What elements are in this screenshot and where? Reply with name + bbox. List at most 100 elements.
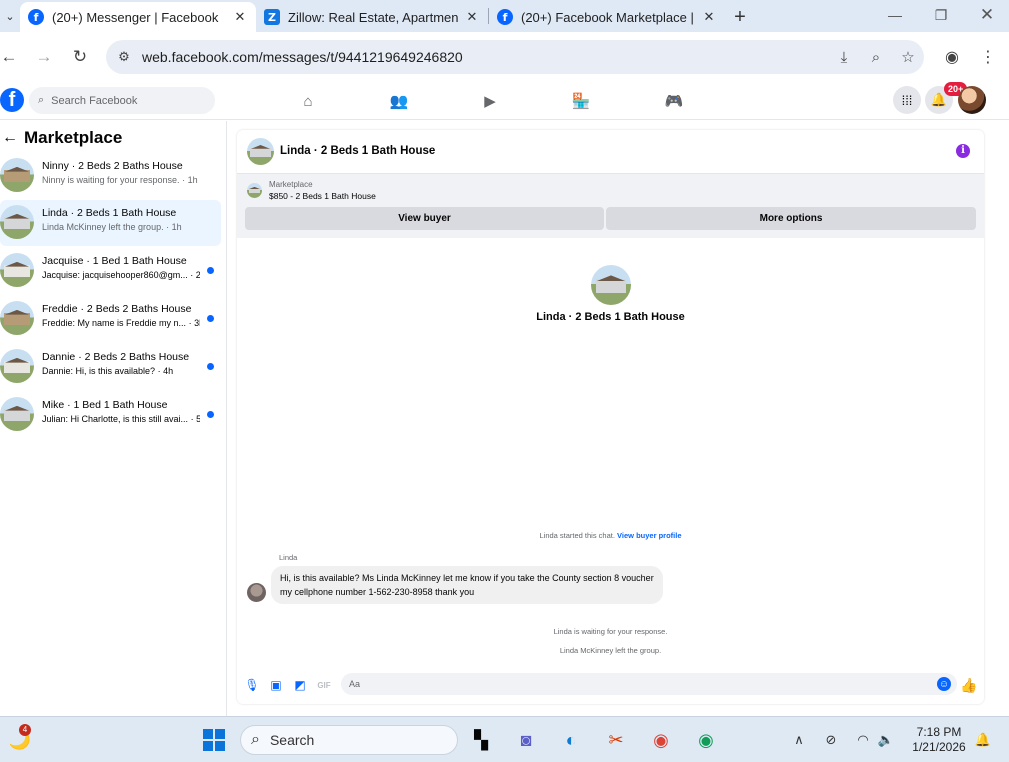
close-tab-icon[interactable]: ✕ [464, 9, 480, 25]
back-icon[interactable]: ← [0, 40, 26, 74]
chrome-profile-a-icon[interactable]: ◉ [646, 725, 676, 755]
conversation-ninny[interactable]: Ninny · 2 Beds 2 Baths House Ninny is wa… [0, 153, 221, 199]
close-window-icon[interactable]: ✕ [964, 0, 1009, 30]
teams-chat-icon[interactable]: ◙ [511, 725, 541, 755]
tab-title: (20+) Messenger | Facebook [52, 9, 219, 25]
taskbar-search-label: Search [269, 732, 315, 748]
widgets-badge: 4 [19, 724, 31, 736]
close-tab-icon[interactable]: ✕ [232, 9, 248, 25]
conversation-name: Freddie · 2 Beds 2 Baths House [42, 303, 192, 315]
friends-icon[interactable]: 👥 [384, 86, 414, 116]
zillow-icon: Z [264, 9, 280, 25]
clock-time: 7:18 PM [916, 725, 962, 739]
waiting-status: Linda is waiting for your response. [553, 627, 668, 636]
tab-search-chevron-icon[interactable]: ⌄ [0, 0, 20, 32]
browser-tab-strip: ⌄ f (20+) Messenger | Facebook ✕ Z Zillo… [0, 0, 1009, 32]
address-bar[interactable]: ⚙ web.facebook.com/messages/t/9441219649… [106, 40, 924, 74]
site-info-icon[interactable]: ⚙ [106, 49, 142, 65]
no-network-icon[interactable]: ⊘ [821, 730, 841, 750]
sticker-icon[interactable]: ◩ [293, 678, 307, 692]
unread-dot [207, 411, 214, 418]
home-icon[interactable]: ⌂ [293, 86, 323, 116]
unread-dot [207, 363, 214, 370]
install-app-icon[interactable]: ⤓ [828, 49, 860, 66]
sidebar-title: Marketplace [24, 128, 123, 147]
marketplace-icon[interactable]: 🏪 [566, 86, 596, 116]
video-icon[interactable]: ▶ [475, 86, 505, 116]
facebook-search-input[interactable]: ⌕ Search Facebook [29, 87, 215, 114]
sidebar-header: ← Marketplace [0, 121, 226, 155]
restore-icon[interactable]: ❐ [918, 0, 964, 30]
info-icon[interactable]: i [956, 144, 970, 158]
account-avatar[interactable] [958, 86, 986, 114]
facebook-icon: f [28, 9, 44, 25]
chat-title[interactable]: Linda · 2 Beds 1 Bath House [280, 145, 435, 157]
composer-placeholder: Aa [349, 679, 361, 689]
conversation-jacquise[interactable]: Jacquise · 1 Bed 1 Bath House Jacquise: … [0, 248, 221, 294]
bookmark-star-icon[interactable]: ☆ [892, 48, 924, 66]
photo-icon[interactable]: ▣ [269, 678, 283, 692]
start-windows-icon[interactable] [199, 725, 229, 755]
tab-title: (20+) Facebook Marketplace | F [521, 9, 695, 25]
conversation-name: Dannie · 2 Beds 2 Baths House [42, 351, 190, 363]
emoji-icon[interactable]: ☺ [937, 677, 951, 691]
view-buyer-button[interactable]: View buyer [245, 207, 604, 230]
taskbar-search-input[interactable]: ⌕ Search [240, 725, 458, 755]
gaming-icon[interactable]: 🎮 [659, 86, 689, 116]
conversation-name: Linda · 2 Beds 1 Bath House [42, 207, 177, 219]
listing-thumbnail [0, 301, 34, 335]
conversation-preview: Ninny is waiting for your response. · 1h [42, 175, 198, 185]
new-tab-icon[interactable]: + [725, 2, 755, 32]
conversation-name: Mike · 1 Bed 1 Bath House [42, 399, 168, 411]
left-group-status: Linda McKinney left the group. [559, 646, 662, 655]
back-arrow-icon[interactable]: ← [2, 129, 20, 147]
windows-taskbar: 🌙 4 ⌕ Search ▚ ◙ ◐ ✂ ◉ ◉ ∧ ⊘ ◠ 🔈 7:18 PM… [0, 716, 1009, 762]
task-view-icon[interactable]: ▚ [466, 725, 496, 755]
conversation-dannie[interactable]: Dannie · 2 Beds 2 Baths House Dannie: Hi… [0, 344, 221, 390]
tab-title: Zillow: Real Estate, Apartments, [288, 9, 458, 25]
more-options-button[interactable]: More options [606, 207, 976, 230]
chat-listing-thumbnail[interactable] [247, 138, 274, 165]
conversation-linda[interactable]: Linda · 2 Beds 1 Bath House Linda McKinn… [0, 200, 221, 246]
listing-price-title[interactable]: $850 - 2 Beds 1 Bath House [269, 191, 376, 201]
volume-icon[interactable]: 🔈 [876, 730, 896, 750]
notification-bell-icon[interactable]: 🔔 [973, 730, 993, 750]
close-tab-icon[interactable]: ✕ [701, 9, 717, 25]
thumbs-up-icon[interactable]: 👍 [960, 677, 977, 693]
microphone-icon[interactable]: 🎙 [244, 678, 259, 692]
snipping-tool-icon[interactable]: ✂ [601, 725, 631, 755]
tab-zillow[interactable]: Z Zillow: Real Estate, Apartments, ✕ [256, 2, 488, 32]
conversation-freddie[interactable]: Freddie · 2 Beds 2 Baths House Freddie: … [0, 296, 221, 342]
zoom-icon[interactable]: ⌕ [860, 49, 892, 66]
conversation-mike[interactable]: Mike · 1 Bed 1 Bath House Julian: Hi Cha… [0, 392, 221, 438]
facebook-logo-icon[interactable]: f [0, 88, 24, 112]
sender-avatar[interactable] [247, 583, 266, 602]
tab-marketplace[interactable]: f (20+) Facebook Marketplace | F ✕ [489, 2, 725, 32]
listing-mini-thumbnail [247, 183, 262, 198]
reload-icon[interactable]: ↻ [63, 40, 97, 74]
taskbar-clock[interactable]: 7:18 PM 1/21/2026 [905, 725, 973, 755]
conversation-preview: Jacquise: jacquisehooper860@gm... · 2h [42, 270, 200, 280]
show-hidden-icons-chevron-icon[interactable]: ∧ [789, 730, 809, 750]
menu-kebab-icon[interactable]: ⋮ [974, 40, 1002, 74]
forward-icon[interactable]: → [27, 40, 61, 74]
message-input[interactable]: Aa ☺ [341, 673, 957, 695]
tab-messenger[interactable]: f (20+) Messenger | Facebook ✕ [20, 2, 256, 32]
message-sender-name: Linda [279, 553, 298, 562]
listing-thumbnail [0, 397, 34, 431]
menu-grid-icon[interactable]: ⁞⁞⁞ [893, 86, 921, 114]
wifi-icon[interactable]: ◠ [853, 730, 873, 750]
chrome-profile-b-icon[interactable]: ◉ [691, 725, 721, 755]
minimize-icon[interactable]: — [872, 0, 918, 30]
gif-icon[interactable]: GIF [317, 678, 331, 692]
unread-dot [207, 267, 214, 274]
view-buyer-profile-link[interactable]: View buyer profile [617, 531, 681, 540]
profile-icon[interactable]: ◉ [938, 40, 966, 74]
search-placeholder: Search Facebook [51, 94, 138, 107]
marketplace-sidebar: ← Marketplace Ninny · 2 Beds 2 Baths Hou… [0, 121, 227, 716]
chat-center-avatar [591, 265, 631, 305]
conversation-name: Ninny · 2 Beds 2 Baths House [42, 160, 183, 172]
marketplace-label: Marketplace [269, 180, 313, 189]
conversation-preview: Julian: Hi Charlotte, is this still avai… [42, 414, 200, 424]
edge-browser-icon[interactable]: ◐ [556, 725, 586, 755]
